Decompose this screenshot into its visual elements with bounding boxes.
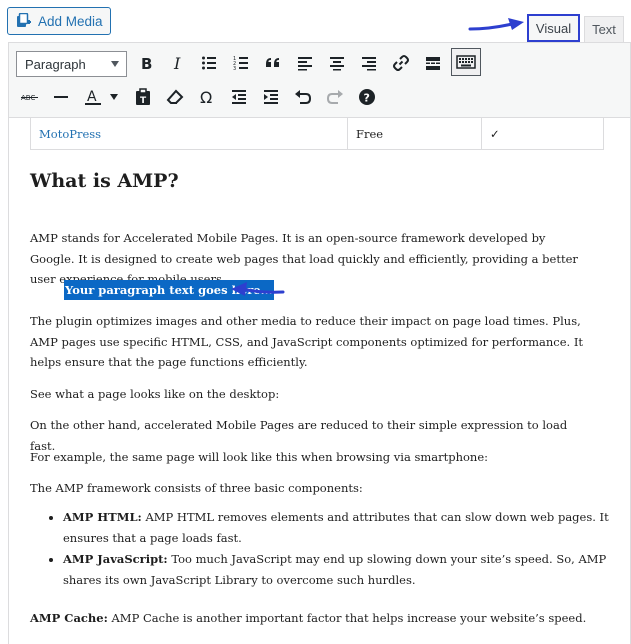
text-color-button[interactable]: A: [79, 83, 107, 111]
svg-text:?: ?: [364, 92, 370, 105]
redo-button[interactable]: [321, 83, 349, 111]
annotation-arrow-icon: [468, 18, 524, 31]
bulleted-list-button[interactable]: [195, 49, 223, 77]
align-left-icon: [298, 57, 312, 71]
horizontal-line-button[interactable]: [47, 83, 75, 111]
keyboard-icon: [456, 55, 476, 69]
add-media-label: Add Media: [38, 13, 103, 29]
link-icon: [393, 55, 409, 71]
cache-term: AMP Cache:: [30, 611, 108, 625]
numbered-list-button[interactable]: 123: [227, 49, 255, 77]
outdent-icon: [232, 90, 246, 104]
align-left-button[interactable]: [291, 49, 319, 77]
paste-text-icon: T: [136, 88, 150, 106]
paste-as-text-button[interactable]: T: [129, 83, 157, 111]
format-select[interactable]: Paragraph: [16, 51, 127, 77]
italic-button[interactable]: I: [164, 49, 192, 77]
paragraph-3: See what a page looks like on the deskto…: [30, 387, 280, 401]
format-select-value: Paragraph: [25, 56, 86, 72]
table-row: MotoPress Free ✓: [30, 118, 604, 150]
omega-icon: Ω: [200, 88, 212, 106]
outdent-button[interactable]: [225, 83, 253, 111]
indent-icon: [264, 90, 278, 104]
bulleted-list-icon: [202, 56, 216, 70]
add-media-button[interactable]: Add Media: [7, 7, 111, 35]
eraser-icon: [166, 89, 184, 104]
text-color-dropdown[interactable]: [107, 83, 121, 111]
paragraph-6: The AMP framework consists of three basi…: [30, 481, 363, 495]
list-item-term: AMP HTML:: [63, 510, 142, 524]
special-character-button[interactable]: Ω: [193, 83, 221, 111]
indent-button[interactable]: [257, 83, 285, 111]
table-cell-check: ✓: [490, 126, 500, 141]
redo-icon: [326, 90, 343, 104]
bold-button[interactable]: B: [132, 49, 160, 77]
clear-formatting-button[interactable]: [161, 83, 189, 111]
svg-text:A: A: [87, 89, 97, 105]
component-list: AMP HTML: AMP HTML removes elements and …: [30, 507, 623, 591]
align-right-icon: [362, 57, 376, 71]
svg-text:I: I: [173, 55, 181, 71]
tab-visual[interactable]: Visual: [527, 14, 580, 42]
chevron-down-icon: [111, 61, 119, 67]
cache-text: AMP Cache is another important factor th…: [107, 611, 587, 625]
align-center-button[interactable]: [323, 49, 351, 77]
svg-text:B: B: [141, 55, 152, 71]
align-right-button[interactable]: [355, 49, 383, 77]
tab-text[interactable]: Text: [584, 16, 624, 42]
list-item-text: AMP HTML removes elements and attributes…: [63, 510, 609, 545]
read-more-icon: [426, 57, 440, 70]
list-item-term: AMP JavaScript:: [63, 552, 168, 566]
annotation-arrow-icon: [231, 282, 285, 296]
help-icon: ?: [359, 89, 375, 105]
list-item: AMP HTML: AMP HTML removes elements and …: [63, 507, 623, 548]
blockquote-button[interactable]: [259, 49, 287, 77]
toolbar-toggle-button[interactable]: [451, 48, 481, 76]
numbered-list-icon: 123: [233, 56, 248, 71]
horizontal-line-icon: [54, 96, 68, 98]
read-more-button[interactable]: [419, 49, 447, 77]
table-cell-price: Free: [348, 118, 482, 149]
media-icon: [17, 13, 31, 27]
quote-icon: [266, 58, 279, 67]
align-center-icon: [330, 57, 344, 71]
undo-icon: [295, 90, 312, 104]
paragraph-5: For example, the same page will look lik…: [30, 450, 489, 464]
paragraph-2: The plugin optimizes images and other me…: [30, 314, 584, 369]
bold-icon: B: [141, 55, 152, 71]
list-item: AMP JavaScript: Too much JavaScript may …: [63, 549, 623, 590]
editor-content[interactable]: MotoPress Free ✓ What is AMP? AMP stands…: [8, 118, 631, 644]
svg-text:T: T: [140, 96, 147, 106]
editor-toolbar: Paragraph B I 123 ABC A: [8, 42, 631, 118]
svg-text:Ω: Ω: [200, 88, 212, 106]
text-color-icon: A: [85, 89, 101, 105]
chevron-down-icon: [110, 94, 118, 100]
paragraph-cache: AMP Cache: AMP Cache is another importan…: [30, 608, 590, 629]
italic-icon: I: [173, 55, 181, 71]
content-heading: What is AMP?: [30, 170, 179, 192]
undo-button[interactable]: [289, 83, 317, 111]
strikethrough-icon: ABC: [21, 94, 38, 102]
table-cell-plugin[interactable]: MotoPress: [31, 118, 348, 149]
keyboard-shortcuts-button[interactable]: ?: [353, 83, 381, 111]
svg-text:3: 3: [233, 66, 236, 71]
insert-link-button[interactable]: [387, 49, 415, 77]
strikethrough-button[interactable]: ABC: [16, 83, 44, 111]
